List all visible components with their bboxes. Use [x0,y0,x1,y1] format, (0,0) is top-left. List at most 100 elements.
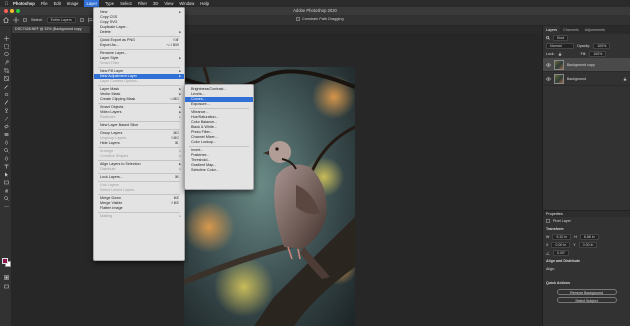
healing-brush-tool[interactable] [3,91,9,97]
menu-item-label: Rename Layer... [100,51,128,55]
x-field[interactable]: 0.00 in [551,242,571,248]
menu-help[interactable]: Help [200,0,209,7]
layer-filter-row: Kind [543,34,630,42]
angle-field[interactable]: 0.00° [553,250,570,256]
pixel-layer-icon [546,219,550,223]
select-subject-button[interactable]: Select Subject [556,297,617,303]
layer-thumbnail [554,73,564,84]
eraser-tool[interactable] [3,123,9,129]
menu-select[interactable]: Select [120,0,132,7]
zoom-tool[interactable] [3,195,9,201]
blend-row: Normal Opacity: 100% [543,42,630,50]
menu-filter[interactable]: Filter [138,0,147,7]
menu-item-label: Vibrance... [191,110,209,114]
menu-item-label: Threshold... [191,158,211,162]
screen-mode-icon[interactable] [3,283,9,289]
adjustment-item-color-lookup[interactable]: Color Lookup... [185,140,253,145]
gradient-tool[interactable] [3,131,9,137]
lasso-tool[interactable] [3,51,9,57]
menu-layer[interactable]: Layer [84,0,99,7]
quick-mask-icon[interactable] [3,274,9,280]
quick-actions-header: Quick Actions [546,281,571,285]
rectangle-tool[interactable] [3,179,9,185]
apple-icon[interactable]:  [4,1,9,7]
menu-item-label: Gradient Map... [191,163,217,167]
adjustment-item-exposure[interactable]: Exposure... [185,102,253,107]
menu-item-label: Levels... [191,92,205,96]
lock-label: Lock: [546,52,555,56]
auto-select-checkbox[interactable] [23,18,27,22]
menu-item-new-layer-based-slice[interactable]: New Layer Based Slice [94,123,184,128]
history-brush-tool[interactable] [3,115,9,121]
menu-image[interactable]: Image [67,0,79,7]
menu-separator [98,103,180,104]
y-field[interactable]: 0.00 in [578,242,598,248]
menu-item-label: Layer Mask [100,87,120,91]
type-tool[interactable] [3,163,9,169]
menu-separator [98,36,180,37]
select-dropdown[interactable]: Entire Layers [46,17,76,23]
menu-item-delete[interactable]: Delete ▸ [94,30,184,35]
more-tools-icon[interactable] [3,203,9,209]
menu-item-smart-filter: Smart Filter [94,61,184,66]
adjustment-item-selective-color[interactable]: Selective Color... [185,168,253,173]
y-label: Y [573,243,576,247]
eye-icon[interactable] [546,77,551,81]
menu-item-label: Smart Objects [100,105,124,109]
clone-stamp-tool[interactable] [3,107,9,113]
quick-select-tool[interactable] [3,59,9,65]
menu-edit[interactable]: Edit [54,0,61,7]
opacity-field[interactable]: 100% [593,43,611,49]
menu-item-hide-layers[interactable]: Hide Layers ⌘, [94,141,184,146]
constrain-path-option[interactable]: Constrain Path Dragging [296,17,344,21]
transform-angle-row: 0.00° [543,249,630,257]
remove-background-button[interactable]: Remove Background [556,289,617,295]
menu-3d[interactable]: 3D [153,0,158,7]
lock-row: Lock: Fill: 100% [543,50,630,58]
frame-tool[interactable] [3,75,9,81]
right-panels: Layers Channels Adjustments Kind Normal … [542,26,630,326]
brush-tool[interactable] [3,99,9,105]
menu-item-export-as[interactable]: Export As... ⌥⇧⌘W [94,43,184,48]
layer-background[interactable]: Background [543,72,630,86]
move-tool[interactable] [3,35,9,41]
crop-tool[interactable] [3,67,9,73]
menu-view[interactable]: View [164,0,173,7]
layer-background-copy[interactable]: Background copy [543,58,630,72]
marquee-tool[interactable] [3,43,9,49]
menu-file[interactable]: File [41,0,48,7]
layer-kind-filter[interactable]: Kind [553,35,569,41]
height-label: H [574,235,577,239]
path-selection-tool[interactable] [3,171,9,177]
transform-controls-checkbox[interactable] [79,18,84,22]
width-field[interactable]: 9.32 in [552,234,572,240]
menu-item-flatten-image[interactable]: Flatten Image [94,206,184,211]
menu-type[interactable]: Type [105,0,114,7]
menu-separator [189,108,249,109]
tab-channels[interactable]: Channels [560,26,582,34]
constrain-path-checkbox[interactable] [296,17,300,21]
tab-adjustments[interactable]: Adjustments [582,26,608,34]
fill-field[interactable]: 100% [589,51,607,57]
dodge-tool[interactable] [3,147,9,153]
menu-app[interactable]: Photoshop [13,0,35,7]
foreground-color-swatch[interactable] [2,258,8,264]
blend-mode-dropdown[interactable]: Normal [546,43,574,49]
layers-empty-space [543,86,630,210]
menu-item-label: Matting [100,214,113,218]
lock-icon[interactable] [558,52,562,56]
eye-icon[interactable] [546,63,551,67]
home-icon[interactable] [3,17,9,23]
blur-tool[interactable] [3,139,9,145]
menu-item-lock-layers[interactable]: Lock Layers... ⌘/ [94,175,184,180]
menu-item-create-clipping-mask[interactable]: Create Clipping Mask ⌥⌘G [94,97,184,102]
eyedropper-tool[interactable] [3,83,9,89]
hand-tool[interactable] [3,187,9,193]
pen-tool[interactable] [3,155,9,161]
height-field[interactable]: 6.88 in [579,234,599,240]
tab-layers[interactable]: Layers [543,26,561,34]
document-tab[interactable]: DSC7428.NEF @ 33% (Background copy [12,26,90,33]
menu-window[interactable]: Window [179,0,194,7]
menu-item-label: Layer Content Options... [100,79,140,83]
move-tool-icon[interactable] [13,17,19,23]
